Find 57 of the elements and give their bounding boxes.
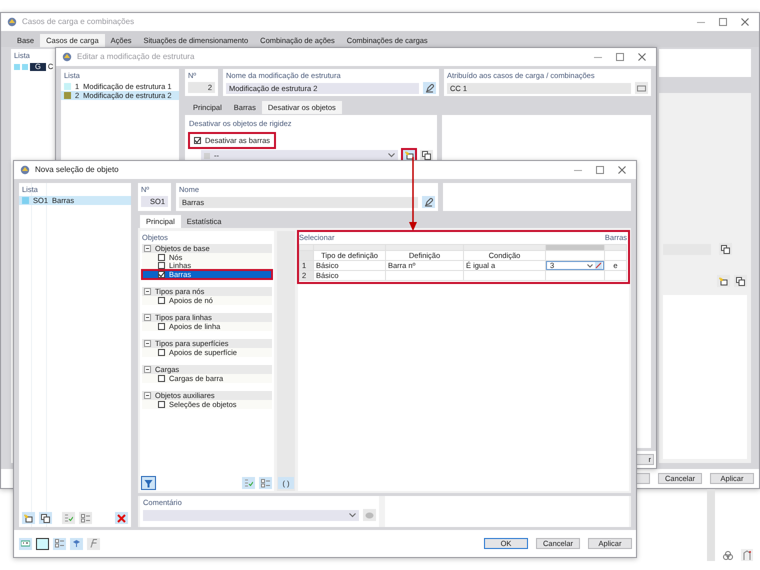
window-title: Editar a modificação de estrutura (77, 52, 194, 62)
maximize-icon[interactable] (616, 53, 624, 61)
checkbox[interactable] (158, 348, 165, 356)
new-button[interactable] (717, 275, 730, 287)
checkbox[interactable] (158, 322, 165, 330)
swatch-icon (14, 64, 20, 70)
filter-button[interactable] (142, 477, 155, 489)
network-icon[interactable] (723, 551, 733, 561)
app-icon (7, 17, 17, 27)
checkbox[interactable] (158, 270, 165, 278)
window-title: Casos de carga e combinações (22, 17, 134, 27)
collapse-icon[interactable] (144, 392, 151, 399)
caret-icon (388, 153, 395, 158)
collapse-icon[interactable] (144, 314, 151, 321)
checkbox[interactable] (158, 254, 165, 261)
pick-icon[interactable] (595, 262, 602, 269)
copy-button[interactable] (420, 150, 433, 162)
view-button[interactable] (70, 538, 83, 550)
check-button[interactable] (242, 477, 255, 489)
function-icon (89, 539, 98, 548)
checkbox[interactable] (158, 262, 165, 270)
model-icon[interactable] (741, 549, 753, 561)
copy-button[interactable] (734, 275, 747, 287)
units-button[interactable] (19, 538, 32, 550)
list-button[interactable] (79, 512, 92, 524)
caret-icon (349, 512, 356, 518)
select-button[interactable] (635, 82, 648, 94)
color-button[interactable] (36, 538, 49, 550)
close-icon[interactable] (618, 166, 626, 174)
collapse-icon[interactable] (144, 245, 151, 252)
list-button[interactable] (259, 477, 272, 489)
maximize-icon[interactable] (596, 166, 604, 174)
delete-button[interactable] (115, 512, 128, 524)
function-button[interactable] (87, 538, 100, 550)
edit-button[interactable] (422, 196, 435, 208)
collapse-icon[interactable] (144, 340, 151, 347)
app-icon (20, 165, 30, 175)
caret-icon (587, 264, 593, 268)
new-button[interactable] (22, 512, 35, 524)
app-icon (62, 52, 72, 62)
collapse-icon[interactable] (144, 288, 151, 295)
close-icon[interactable] (741, 18, 749, 26)
comment-field[interactable] (143, 510, 359, 520)
checkbox[interactable] (194, 137, 201, 144)
checkbox[interactable] (158, 400, 165, 408)
copy-button[interactable] (39, 512, 52, 524)
edit-button[interactable] (423, 82, 436, 94)
check-button[interactable] (62, 512, 75, 524)
close-icon[interactable] (638, 53, 646, 61)
checkbox[interactable] (158, 296, 165, 304)
collapse-icon[interactable] (144, 366, 151, 373)
pick-button[interactable] (719, 243, 732, 255)
checkbox[interactable] (158, 374, 165, 382)
swatch-icon (22, 64, 28, 70)
maximize-icon[interactable] (719, 18, 727, 26)
window-title: Nova seleção de objeto (35, 165, 119, 175)
layers-button[interactable] (53, 538, 66, 550)
